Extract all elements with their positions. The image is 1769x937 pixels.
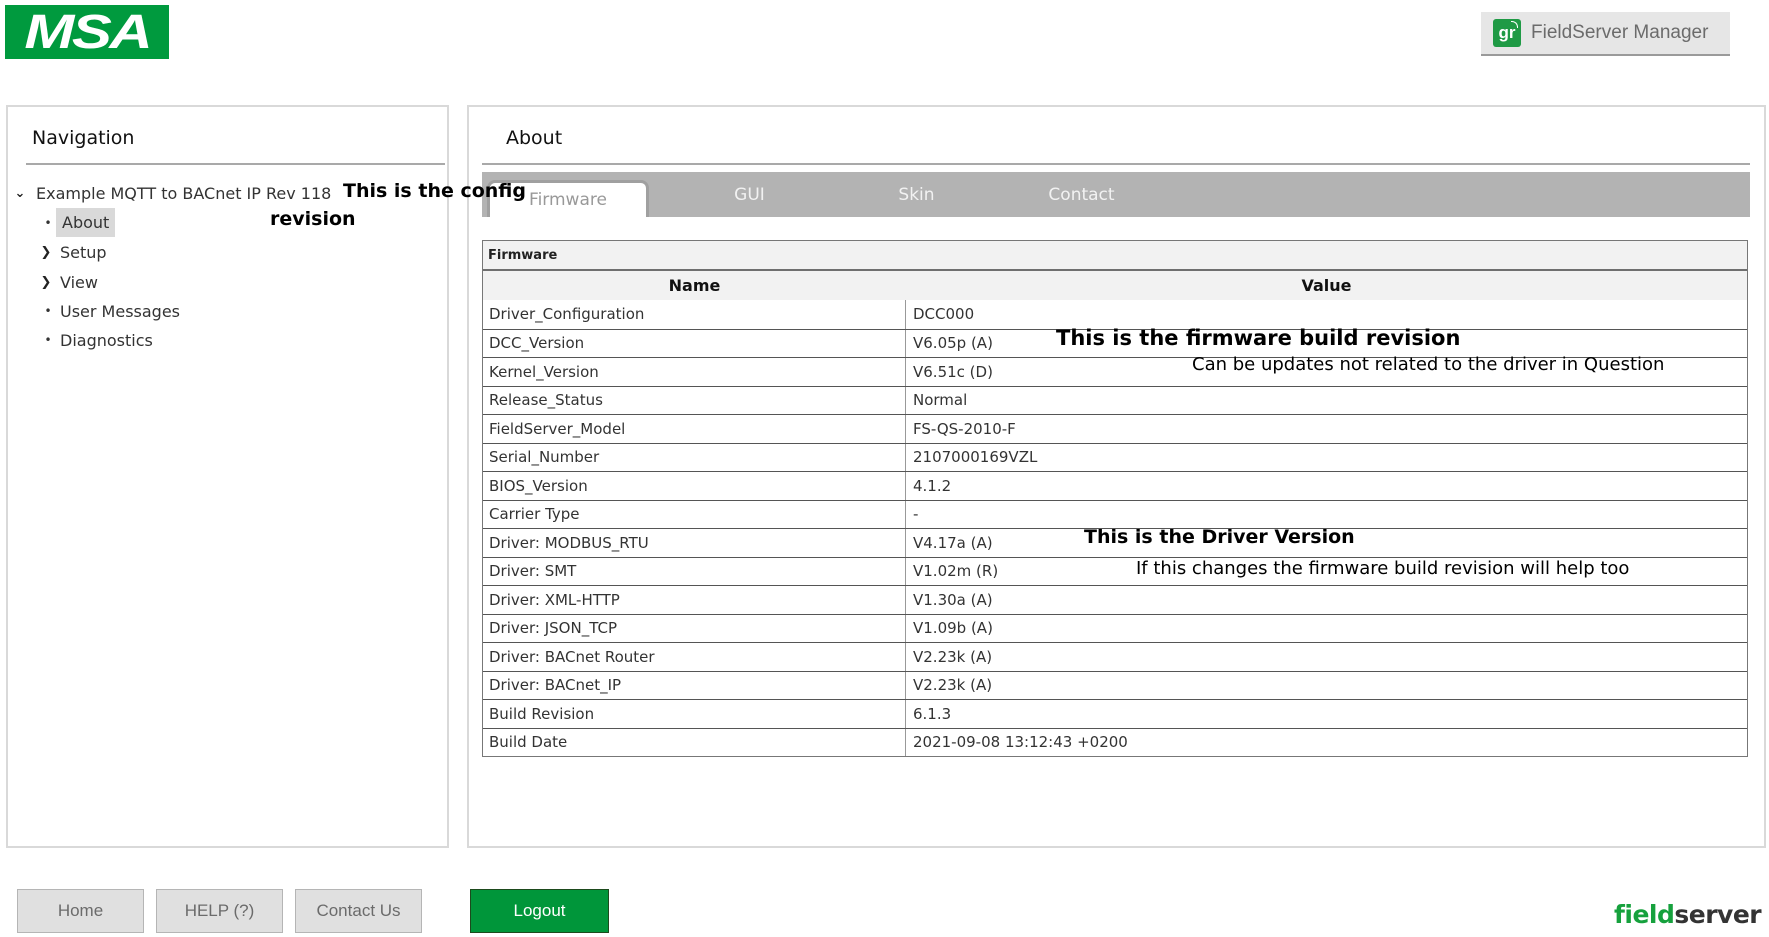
row-name: Driver: BACnet Router (483, 643, 906, 671)
row-name: Carrier Type (483, 500, 906, 528)
grid-signal-icon: gr (1493, 19, 1521, 47)
table-row: Driver: XML-HTTP V1.30a (A) (483, 585, 1747, 614)
bullet-icon: • (44, 304, 52, 318)
row-value: DCC000 (913, 305, 975, 324)
table-row: Build Date 2021-09-08 13:12:43 +0200 (483, 727, 1747, 756)
table-row: Build Revision 6.1.3 (483, 699, 1747, 728)
nav-item-diagnostics[interactable]: • Diagnostics (40, 327, 153, 353)
about-divider (482, 163, 1750, 165)
msa-logo-text: MSA (24, 5, 152, 59)
nav-item-setup[interactable]: ❯ Setup (38, 239, 107, 265)
table-row: BIOS_Version 4.1.2 (483, 471, 1747, 500)
nav-item-user-messages-label[interactable]: User Messages (60, 302, 180, 321)
annotation-config-line1: This is the config (343, 180, 526, 202)
row-value: 2021-09-08 13:12:43 +0200 (913, 733, 1128, 752)
about-title: About (506, 127, 563, 149)
msa-logo: MSA (5, 5, 169, 59)
nav-item-view-label[interactable]: View (60, 273, 98, 292)
row-value: V1.09b (A) (913, 619, 993, 638)
row-value: 2107000169VZL (913, 448, 1038, 467)
row-name: Driver: SMT (483, 557, 906, 585)
firmware-table: Firmware Name Value Driver_Configuration… (482, 240, 1748, 757)
row-name: Release_Status (483, 386, 906, 414)
row-name: Kernel_Version (483, 358, 906, 386)
table-row: Driver: BACnet_IP V2.23k (A) (483, 670, 1747, 699)
table-row: Release_Status Normal (483, 385, 1747, 414)
tab-skin[interactable]: Skin (849, 172, 984, 217)
navigation-divider (26, 163, 445, 165)
nav-item-setup-label[interactable]: Setup (60, 243, 107, 262)
fieldserver-logo: fieldserver (1614, 900, 1762, 929)
table-row: Driver: JSON_TCP V1.09b (A) (483, 613, 1747, 642)
bullet-icon: • (44, 333, 52, 347)
nav-item-user-messages[interactable]: • User Messages (40, 298, 180, 324)
tab-bar: Firmware GUI Skin Contact (482, 172, 1750, 217)
chevron-right-icon[interactable]: ❯ (38, 275, 54, 290)
row-name: Driver: XML-HTTP (483, 586, 906, 614)
annotation-firmware-build: This is the firmware build revision (1056, 326, 1461, 350)
navigation-title: Navigation (32, 127, 135, 149)
fieldserver-manager-button[interactable]: gr FieldServer Manager (1481, 12, 1730, 56)
row-value: FS-QS-2010-F (913, 419, 1016, 438)
row-name: BIOS_Version (483, 472, 906, 500)
row-name: Driver: MODBUS_RTU (483, 529, 906, 557)
nav-tree-root[interactable]: ⌄ Example MQTT to BACnet IP Rev 118 (12, 180, 332, 206)
chevron-down-icon[interactable]: ⌄ (12, 186, 28, 201)
tab-gui[interactable]: GUI (682, 172, 817, 217)
row-name: DCC_Version (483, 329, 906, 357)
row-value: 4.1.2 (913, 476, 952, 495)
row-name: Serial_Number (483, 443, 906, 471)
help-button[interactable]: HELP (?) (156, 889, 283, 933)
row-value: 6.1.3 (913, 704, 952, 723)
contact-us-button[interactable]: Contact Us (295, 889, 422, 933)
annotation-driver-version: This is the Driver Version (1084, 526, 1355, 548)
firmware-table-caption: Firmware (483, 241, 1747, 271)
row-value: V2.23k (A) (913, 676, 993, 695)
fieldserver-manager-label: FieldServer Manager (1531, 22, 1709, 43)
annotation-driver-note: If this changes the firmware build revis… (1136, 558, 1630, 579)
row-value: V1.30a (A) (913, 590, 993, 609)
home-button[interactable]: Home (17, 889, 144, 933)
bullet-icon: • (44, 215, 52, 230)
row-value: - (913, 505, 919, 524)
column-header-value: Value (1301, 276, 1352, 295)
row-value: V2.23k (A) (913, 647, 993, 666)
annotation-firmware-note: Can be updates not related to the driver… (1192, 354, 1665, 375)
table-row: Driver_Configuration DCC000 (483, 300, 1747, 329)
row-name: Driver_Configuration (483, 300, 906, 329)
fieldserver-logo-field: field (1614, 900, 1675, 929)
table-row: Carrier Type - (483, 499, 1747, 528)
row-name: Driver: BACnet_IP (483, 671, 906, 699)
fieldserver-logo-server: server (1674, 900, 1762, 929)
row-name: Build Revision (483, 700, 906, 728)
chevron-right-icon[interactable]: ❯ (38, 245, 54, 260)
row-name: Driver: JSON_TCP (483, 614, 906, 642)
table-row: Serial_Number 2107000169VZL (483, 442, 1747, 471)
annotation-config-line2: revision (270, 208, 356, 230)
row-value: Normal (913, 391, 968, 410)
logout-button[interactable]: Logout (470, 889, 609, 933)
row-name: Build Date (483, 728, 906, 756)
nav-item-view[interactable]: ❯ View (38, 269, 98, 295)
nav-item-about-label[interactable]: About (56, 208, 116, 237)
tab-contact[interactable]: Contact (1014, 172, 1149, 217)
table-row: FieldServer_Model FS-QS-2010-F (483, 414, 1747, 443)
row-name: FieldServer_Model (483, 415, 906, 443)
nav-item-about[interactable]: • About (40, 208, 116, 237)
column-header-name: Name (668, 276, 721, 295)
nav-item-diagnostics-label[interactable]: Diagnostics (60, 331, 153, 350)
nav-tree-root-label[interactable]: Example MQTT to BACnet IP Rev 118 (36, 184, 331, 203)
table-row: Driver: BACnet Router V2.23k (A) (483, 642, 1747, 671)
firmware-table-header: Name Value (483, 271, 1747, 300)
